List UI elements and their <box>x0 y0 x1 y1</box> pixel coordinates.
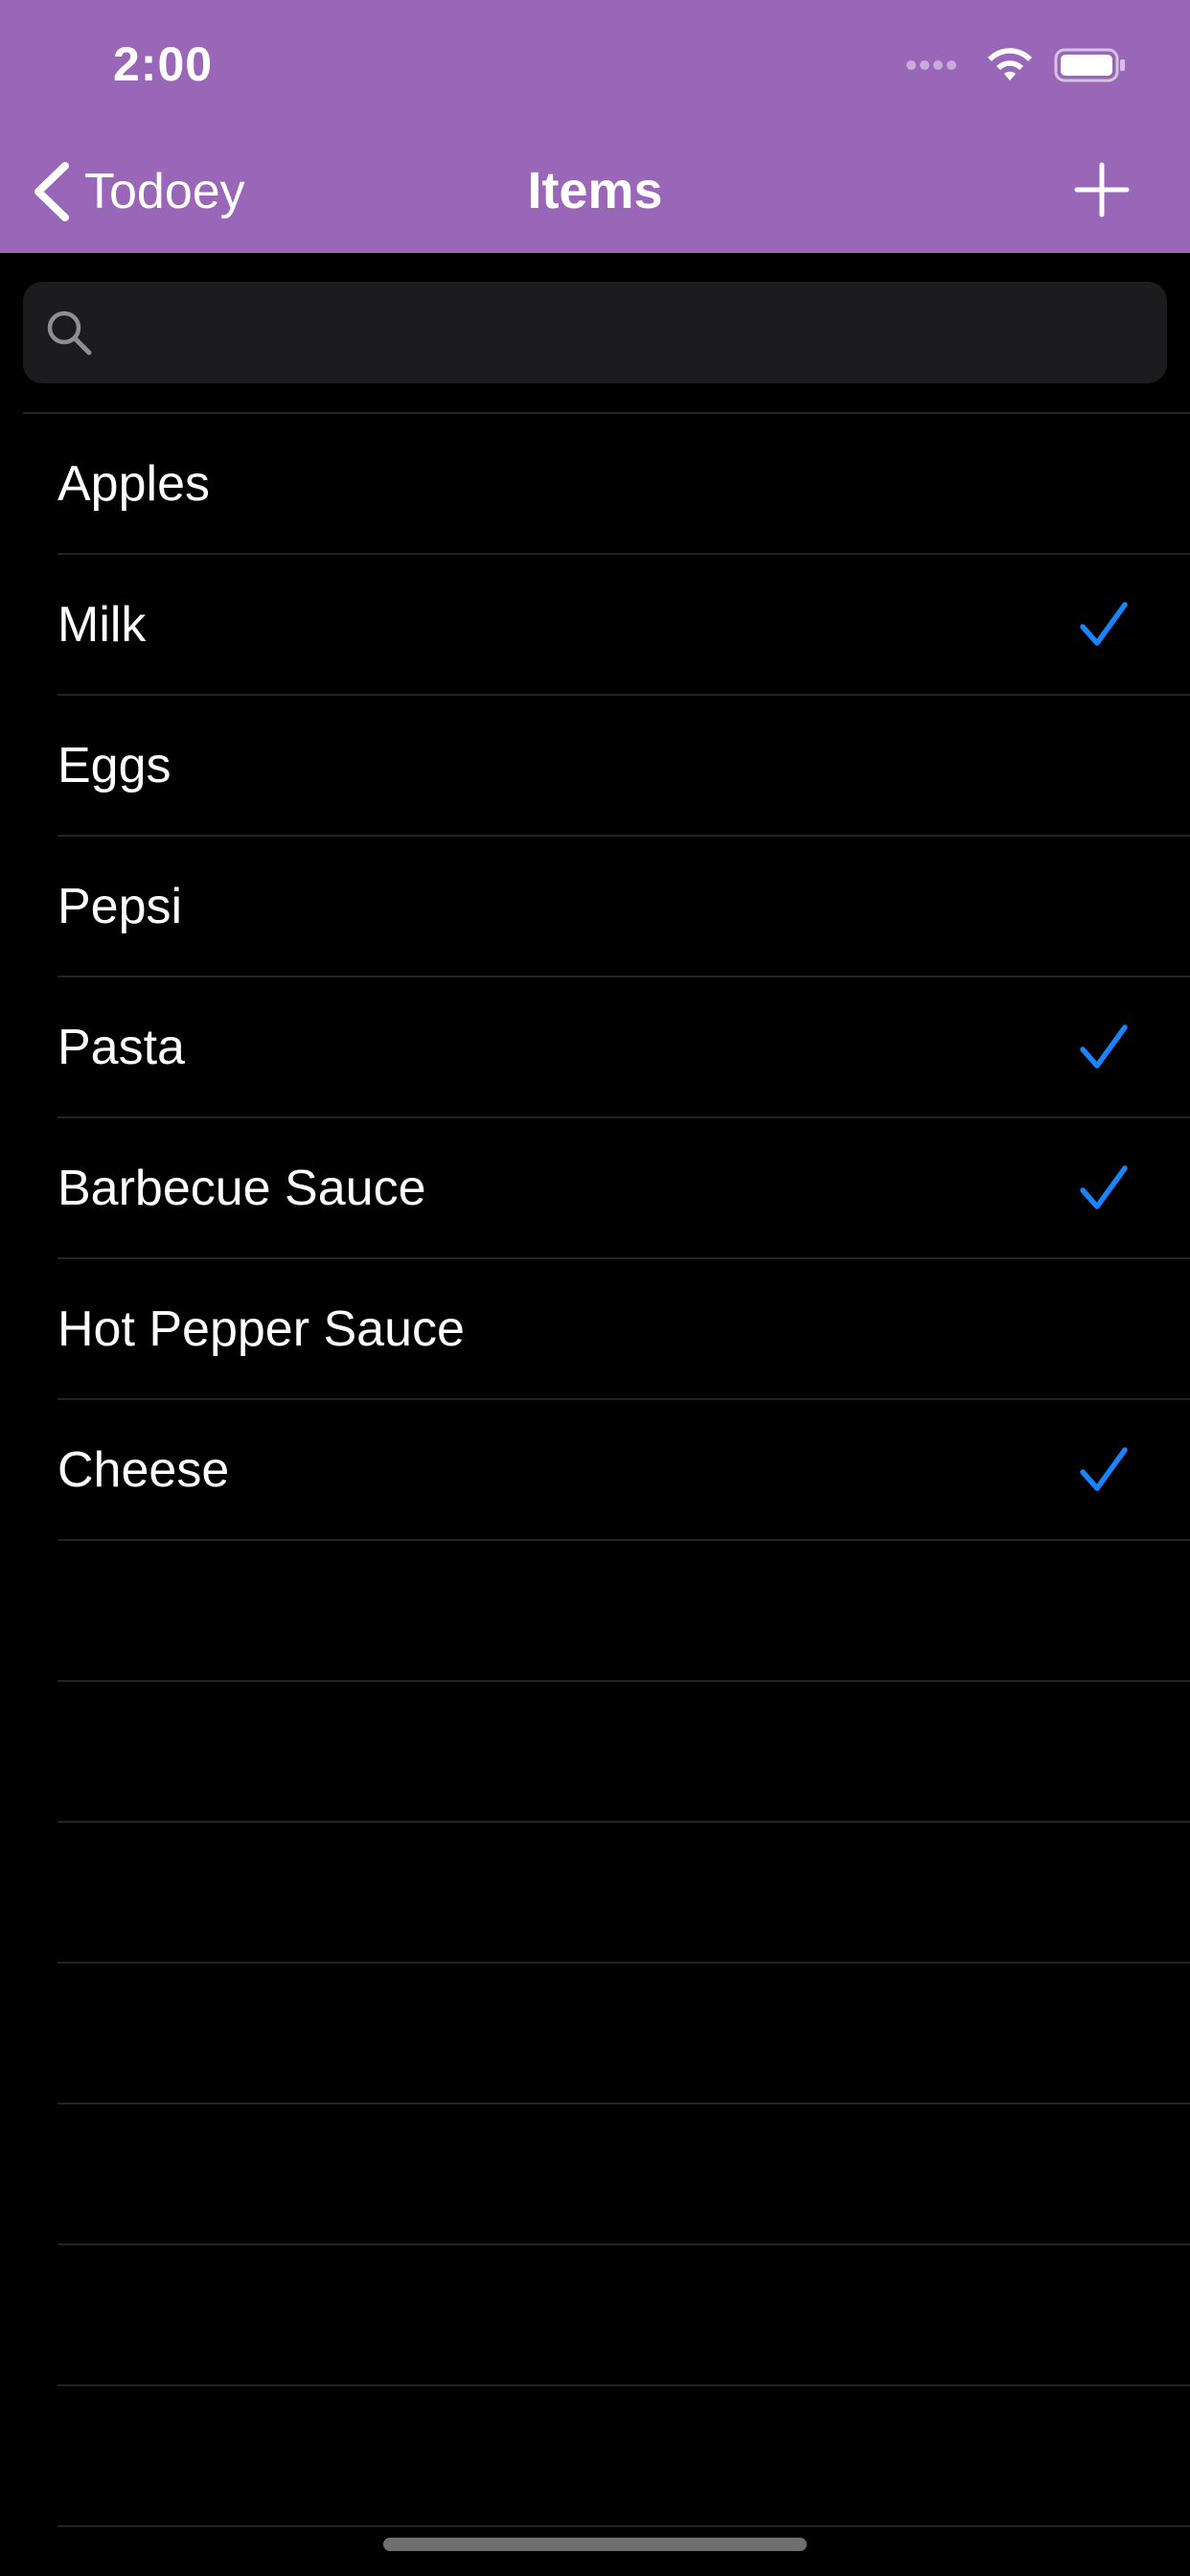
empty-row <box>57 1682 1190 1823</box>
list-item[interactable]: Hot Pepper Sauce <box>57 1259 1190 1400</box>
list-item[interactable]: Eggs <box>57 696 1190 837</box>
list-item-label: Apples <box>57 455 210 512</box>
checkmark-icon <box>1079 600 1129 650</box>
checkmark-icon <box>1079 1163 1129 1213</box>
navigation-header: 2:00 Todoey Items <box>0 0 1190 253</box>
list-item[interactable]: Pepsi <box>57 837 1190 978</box>
list-item-label: Barbecue Sauce <box>57 1160 426 1216</box>
empty-row <box>57 2104 1190 2245</box>
battery-icon <box>1054 48 1125 82</box>
search-icon <box>47 310 92 356</box>
chevron-left-icon <box>34 162 69 221</box>
plus-icon <box>1074 162 1130 218</box>
status-indicators <box>906 44 1127 86</box>
list-item[interactable]: Cheese <box>57 1400 1190 1541</box>
search-input[interactable] <box>94 288 1167 377</box>
items-list: Apples Milk Eggs Pepsi Pasta Barbecue Sauce Ho… <box>0 414 1190 2527</box>
list-item-label: Eggs <box>57 737 172 794</box>
search-field[interactable] <box>23 282 1167 383</box>
list-item[interactable]: Apples <box>57 414 1190 555</box>
empty-row <box>57 2386 1190 2527</box>
search-bar <box>0 253 1190 414</box>
empty-row <box>57 1541 1190 1682</box>
back-button-label: Todoey <box>84 164 245 219</box>
list-item[interactable]: Pasta <box>57 978 1190 1118</box>
list-item-label: Hot Pepper Sauce <box>57 1300 465 1357</box>
back-button[interactable]: Todoey <box>31 153 245 230</box>
list-item[interactable]: Milk <box>57 555 1190 696</box>
cellular-signal-icon <box>906 60 960 70</box>
status-time: 2:00 <box>113 37 214 91</box>
checkmark-icon <box>1079 1445 1129 1495</box>
list-item-label: Pepsi <box>57 878 183 934</box>
wifi-icon <box>988 48 1032 80</box>
add-item-button[interactable] <box>1073 161 1131 218</box>
list-item-label: Milk <box>57 596 147 653</box>
empty-row <box>57 1964 1190 2104</box>
home-indicator[interactable] <box>383 2538 807 2551</box>
empty-row <box>57 2245 1190 2386</box>
checkmark-icon <box>1079 1023 1129 1072</box>
list-item-label: Pasta <box>57 1019 185 1075</box>
empty-row <box>57 1823 1190 1964</box>
list-item-label: Cheese <box>57 1441 230 1498</box>
list-item[interactable]: Barbecue Sauce <box>57 1118 1190 1259</box>
